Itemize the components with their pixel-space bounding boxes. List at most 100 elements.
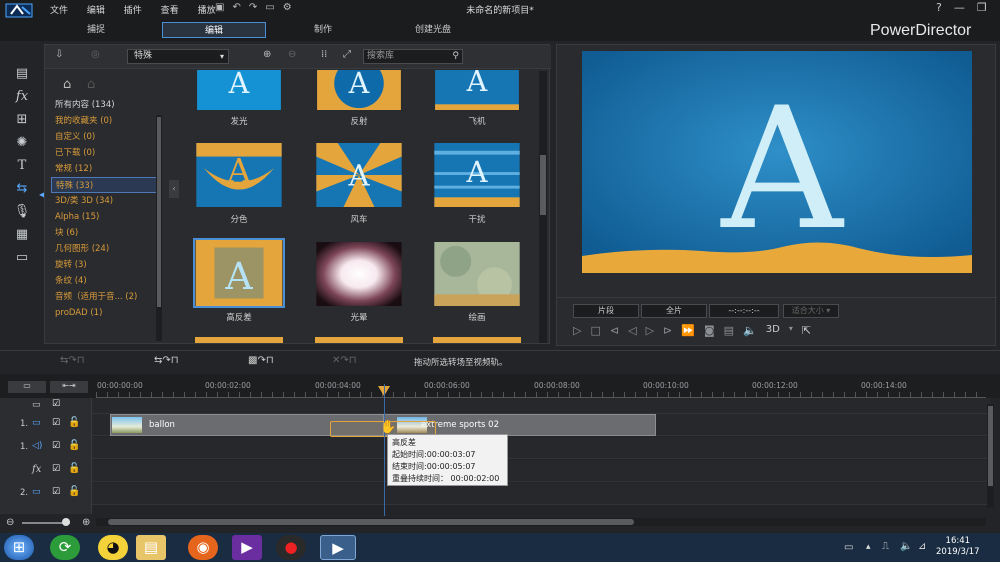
file-explorer-taskbar-icon[interactable]: ▤ <box>136 535 166 560</box>
tray-volume-icon[interactable]: 🔈 <box>900 541 912 552</box>
transition-thumb-glow[interactable]: A <box>195 69 283 111</box>
category-item[interactable]: 已下载 (0) <box>51 145 159 161</box>
particle-room-icon[interactable]: ✺ <box>12 134 32 152</box>
lock-icon[interactable]: 🔓 <box>68 440 80 451</box>
category-item-selected[interactable]: 特殊 (33) <box>51 177 159 193</box>
tab-edit[interactable]: 编辑 <box>162 22 266 38</box>
track-enable-checkbox[interactable]: ☑ <box>52 487 60 497</box>
clip-mode-button[interactable]: 片段 <box>573 304 639 318</box>
transition-thumb-plane[interactable]: A <box>433 69 521 111</box>
category-item[interactable]: 块 (6) <box>51 225 159 241</box>
recorder-taskbar-icon[interactable]: ● <box>276 535 306 560</box>
volume-icon[interactable]: 🔈 <box>743 324 757 337</box>
transition-overlap-icon[interactable]: ⇆↷⊓ <box>154 355 179 366</box>
play-icon[interactable]: ▷ <box>573 324 581 337</box>
category-item[interactable]: Alpha (15) <box>51 209 159 225</box>
transition-thumb-windmill[interactable]: A <box>315 142 403 208</box>
track-enable-checkbox[interactable]: ☑ <box>52 418 60 428</box>
video-app-taskbar-icon[interactable]: ▶ <box>232 535 262 560</box>
remove-icon[interactable]: ⊖ <box>288 49 296 60</box>
menu-play[interactable]: 播放 <box>198 3 216 16</box>
tray-usb-icon[interactable]: ⎍ <box>882 541 889 552</box>
track-enable-checkbox[interactable]: ☑ <box>52 464 60 474</box>
tray-keyboard-icon[interactable]: ▭ <box>844 542 853 553</box>
transition-prefix-icon[interactable]: ⇆↷⊓ <box>60 355 85 366</box>
import-icon[interactable]: ⇩ <box>55 49 63 60</box>
transition-thumb-high-contrast[interactable]: A <box>193 238 285 308</box>
transition-postfix-icon[interactable]: ✕↷⊓ <box>332 355 357 366</box>
download-icon[interactable]: ◎ <box>91 49 100 60</box>
transition-grid-scroll-thumb[interactable] <box>540 155 546 215</box>
media-room-icon[interactable]: ▤ <box>12 65 32 83</box>
transition-thumb-painting[interactable] <box>433 241 521 307</box>
minimize-button[interactable]: — <box>954 1 965 14</box>
lock-icon[interactable]: 🔓 <box>68 463 80 474</box>
timeline-ruler[interactable]: ▭ ⇤⇥ <box>0 374 1000 398</box>
title-room-icon[interactable]: T <box>12 157 32 175</box>
lock-icon[interactable]: 🔓 <box>68 486 80 497</box>
tab-create-disc[interactable]: 创建光盘 <box>398 22 468 38</box>
category-item[interactable]: 我的收藏夹 (0) <box>51 113 159 129</box>
tab-capture[interactable]: 捕捉 <box>60 22 132 38</box>
grid-view-icon[interactable]: ⁞⁞ <box>321 49 327 60</box>
category-item[interactable]: 音频（适用于音... (2) <box>51 289 159 305</box>
timeline-hscroll-thumb[interactable] <box>108 519 634 525</box>
qq-taskbar-icon[interactable]: ◕ <box>98 535 128 560</box>
category-item[interactable]: 3D/类 3D (34) <box>51 193 159 209</box>
timeline-vscroll-thumb[interactable] <box>988 406 993 486</box>
snapshot-icon[interactable]: ◙ <box>704 324 715 337</box>
zoom-in-icon[interactable]: ⊕ <box>82 517 90 528</box>
help-button[interactable]: ? <box>936 1 942 14</box>
transition-thumb-partial[interactable] <box>433 337 521 343</box>
chevron-down-icon[interactable]: ▾ <box>789 324 793 337</box>
undock-icon[interactable]: ⇱ <box>802 324 811 337</box>
track-enable-checkbox[interactable]: ☑ <box>52 399 60 409</box>
tray-arrow-icon[interactable]: ▴ <box>866 542 871 552</box>
transition-thumb-partial[interactable] <box>315 337 403 343</box>
transition-cross-icon[interactable]: ▩↷⊓ <box>248 355 274 366</box>
category-scroll-thumb[interactable] <box>157 117 161 307</box>
category-item[interactable]: 所有内容 (134) <box>51 97 159 113</box>
movie-mode-button[interactable]: 全片 <box>641 304 707 318</box>
transition-room-icon[interactable]: ⇆ <box>12 180 32 198</box>
preview-screen[interactable]: A <box>582 51 972 273</box>
firefox-taskbar-icon[interactable]: ◉ <box>188 535 218 560</box>
redo-icon[interactable]: ↷ <box>249 2 257 13</box>
subtitle-icon[interactable]: ▤ <box>724 324 734 337</box>
zoom-slider-handle[interactable] <box>62 518 70 526</box>
next-frame-icon[interactable]: ⊳ <box>663 324 672 337</box>
category-item[interactable]: 旋转 (3) <box>51 257 159 273</box>
mode-3d-button[interactable]: 3D <box>766 324 780 337</box>
tray-network-icon[interactable]: ⊿ <box>918 541 926 552</box>
track-manager-icon[interactable]: ▭ <box>8 381 46 393</box>
effect-room-icon[interactable]: fx <box>12 88 32 106</box>
category-item[interactable]: proDAD (1) <box>51 305 159 321</box>
category-item[interactable]: 常规 (12) <box>51 161 159 177</box>
undo-icon[interactable]: ↶ <box>232 2 240 13</box>
tab-produce[interactable]: 制作 <box>290 22 356 38</box>
menu-file[interactable]: 文件 <box>50 3 68 16</box>
menu-view[interactable]: 查看 <box>161 3 179 16</box>
transition-thumb-reflect[interactable]: A <box>315 69 403 111</box>
next-icon[interactable]: ▷ <box>646 324 654 337</box>
library-search-input[interactable]: 搜索库 ⚲ <box>363 49 463 64</box>
category-item[interactable]: 条纹 (4) <box>51 273 159 289</box>
tag-remove-icon[interactable]: ⌂ <box>87 77 95 92</box>
voice-over-icon[interactable]: ▦ <box>12 226 32 244</box>
previous-icon[interactable]: ◁ <box>628 324 636 337</box>
powerdirector-taskbar-icon[interactable]: ▶ <box>320 535 356 560</box>
tag-add-icon[interactable]: ⌂ <box>63 77 71 92</box>
zoom-out-icon[interactable]: ⊖ <box>6 517 14 528</box>
start-button[interactable]: ⊞ <box>4 535 34 560</box>
settings-gear-icon[interactable]: ⚙ <box>283 2 292 13</box>
zoom-select[interactable]: 适合大小 ▾ <box>783 304 839 318</box>
taskbar-clock[interactable]: 16:41 2019/3/17 <box>936 536 980 558</box>
subtitle-room-icon[interactable]: ▭ <box>12 249 32 267</box>
transition-thumb-color-split[interactable]: A <box>195 142 283 208</box>
transition-thumb-partial[interactable] <box>195 337 283 343</box>
category-item[interactable]: 自定义 (0) <box>51 129 159 145</box>
category-item[interactable]: 几何图形 (24) <box>51 241 159 257</box>
fast-forward-icon[interactable]: ⏩ <box>681 324 695 337</box>
collapse-panel-button[interactable]: ‹ <box>169 180 179 198</box>
browser-taskbar-icon[interactable]: ⟳ <box>50 535 80 560</box>
